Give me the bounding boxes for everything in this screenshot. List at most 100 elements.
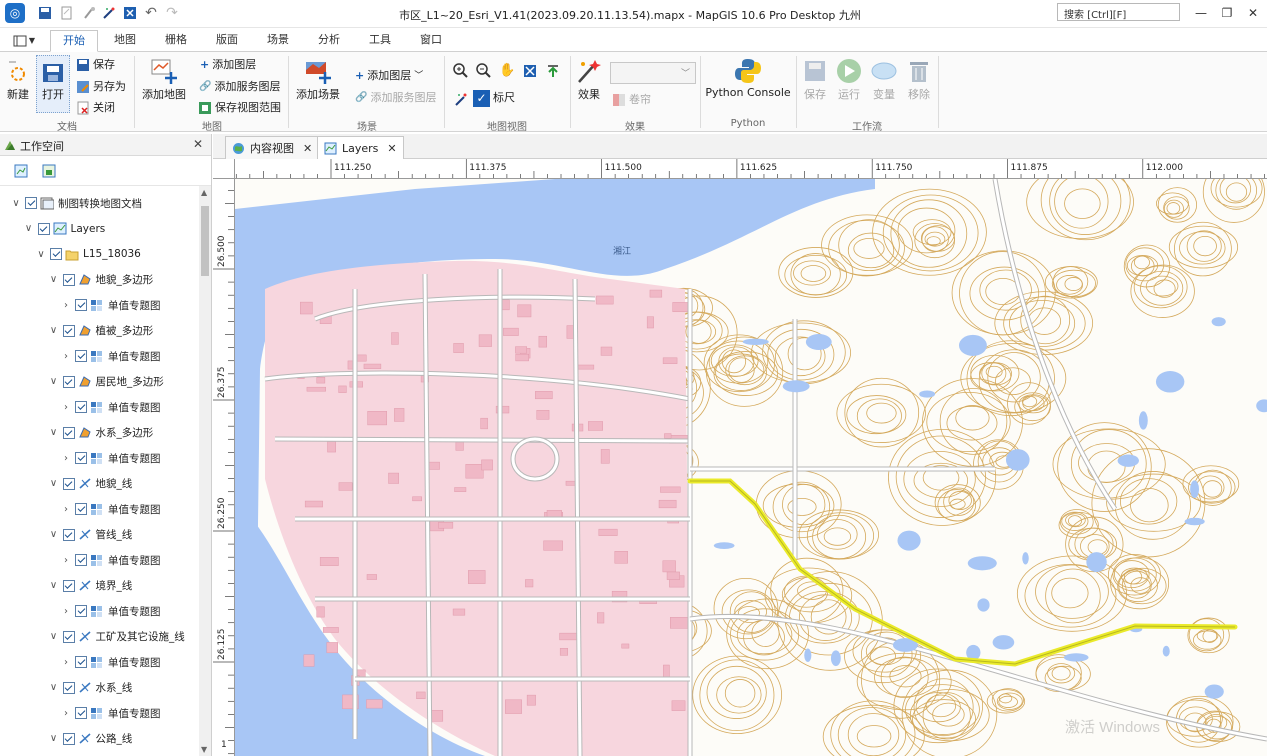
- chevron-right-icon[interactable]: ›: [60, 453, 72, 464]
- workflow-variable-button[interactable]: 变量: [869, 56, 899, 102]
- layer-checkbox[interactable]: [75, 656, 87, 668]
- save-button[interactable]: 保存: [76, 56, 115, 74]
- refresh-up-button[interactable]: [545, 62, 561, 80]
- layer-checkbox[interactable]: [75, 554, 87, 566]
- tree-scrollbar-thumb[interactable]: [201, 206, 209, 276]
- tab-map[interactable]: 地图: [104, 30, 146, 52]
- chevron-down-icon[interactable]: ∨: [10, 198, 22, 209]
- tree-item[interactable]: › 单值专题图: [0, 600, 198, 622]
- workflow-save-button[interactable]: 保存: [800, 56, 830, 102]
- layer-checkbox[interactable]: [75, 707, 87, 719]
- chevron-right-icon[interactable]: ›: [60, 555, 72, 566]
- python-console-button[interactable]: Python Console: [704, 56, 792, 99]
- add-map-button[interactable]: 添加地图: [138, 56, 190, 102]
- tab-content-view[interactable]: 内容视图 ✕: [225, 136, 320, 159]
- tab-tools[interactable]: 工具: [359, 30, 401, 52]
- tree-item[interactable]: › 单值专题图: [0, 447, 198, 469]
- new-doc-icon[interactable]: [58, 4, 76, 22]
- search-input[interactable]: 搜索 [Ctrl][F]: [1057, 3, 1180, 21]
- app-logo-icon[interactable]: ◎: [5, 3, 25, 23]
- tree-item[interactable]: ∨ 植被_多边形: [0, 320, 198, 342]
- tree-item[interactable]: ∨ 管线_线: [0, 524, 198, 546]
- layer-checkbox[interactable]: [62, 732, 75, 745]
- layer-checkbox[interactable]: [62, 477, 75, 490]
- chevron-right-icon[interactable]: ›: [60, 606, 72, 617]
- chevron-down-icon[interactable]: ∨: [48, 325, 60, 336]
- close-tab-icon[interactable]: ✕: [387, 142, 396, 155]
- layer-checkbox[interactable]: [62, 375, 75, 388]
- tree-item[interactable]: ∨ 制图转换地图文档: [0, 192, 198, 214]
- tree-item[interactable]: ∨ 公路_线: [0, 728, 198, 750]
- tab-raster[interactable]: 栅格: [155, 30, 197, 52]
- scene-add-service-layer-button[interactable]: 🔗 添加服务图层: [355, 89, 436, 107]
- layer-checkbox[interactable]: [75, 350, 87, 362]
- effect-button[interactable]: 效果: [574, 56, 604, 102]
- select-tool-button[interactable]: [453, 90, 469, 108]
- layer-checkbox[interactable]: [75, 605, 87, 617]
- tree-item[interactable]: ∨ 水系_多边形: [0, 422, 198, 444]
- roller-button[interactable]: 卷帘: [612, 91, 651, 109]
- layer-checkbox[interactable]: [75, 401, 87, 413]
- tree-item[interactable]: ∨ 境界_线: [0, 575, 198, 597]
- layer-checkbox[interactable]: [37, 222, 50, 235]
- tree-item[interactable]: ∨ L15_18036: [0, 243, 198, 265]
- scroll-down-icon[interactable]: ▼: [201, 745, 207, 754]
- scene-add-layer-button[interactable]: + 添加图层 ﹀: [355, 67, 423, 85]
- save-view-extent-button[interactable]: 保存视图范围: [198, 99, 281, 117]
- tree-item[interactable]: ∨ 居民地_多边形: [0, 371, 198, 393]
- map-canvas[interactable]: 湘江: [235, 179, 1267, 756]
- layer-checkbox[interactable]: [62, 426, 75, 439]
- pan-button[interactable]: ✋: [499, 62, 515, 80]
- tab-layers[interactable]: Layers ✕: [317, 136, 404, 159]
- save-icon[interactable]: [36, 4, 54, 22]
- tree-item[interactable]: ∨ 地貌_线: [0, 473, 198, 495]
- map-view-icon[interactable]: [14, 164, 28, 181]
- tree-item[interactable]: › 单值专题图: [0, 651, 198, 673]
- tree-scrollbar[interactable]: ▲ ▼: [199, 186, 211, 756]
- close-window-button[interactable]: ✕: [1242, 4, 1264, 22]
- tree-item[interactable]: ∨ Layers: [0, 218, 198, 240]
- layer-checkbox[interactable]: [62, 324, 75, 337]
- tab-window[interactable]: 窗口: [410, 30, 452, 52]
- close-doc-button[interactable]: 关闭: [76, 99, 115, 117]
- tab-scene[interactable]: 场景: [257, 30, 299, 52]
- chevron-right-icon[interactable]: ›: [60, 402, 72, 413]
- chevron-right-icon[interactable]: ›: [60, 300, 72, 311]
- layer-checkbox[interactable]: [62, 528, 75, 541]
- add-service-layer-button[interactable]: 🔗 添加服务图层: [199, 78, 280, 96]
- chevron-down-icon[interactable]: ∨: [48, 529, 60, 540]
- layer-checkbox[interactable]: [62, 579, 75, 592]
- tree-item[interactable]: ∨ 工矿及其它设施_线: [0, 626, 198, 648]
- layer-checkbox[interactable]: [75, 452, 87, 464]
- full-extent-button[interactable]: [522, 62, 538, 80]
- tree-item[interactable]: › 单值专题图: [0, 498, 198, 520]
- chevron-down-icon[interactable]: ∨: [48, 274, 60, 285]
- undo-icon[interactable]: ↶: [142, 4, 160, 22]
- save-as-button[interactable]: 另存为: [76, 78, 126, 96]
- chevron-down-icon[interactable]: ∨: [48, 631, 60, 642]
- chevron-down-icon[interactable]: ∨: [35, 249, 47, 260]
- layer-checkbox[interactable]: [50, 248, 62, 260]
- chevron-down-icon[interactable]: ∨: [48, 376, 60, 387]
- zoom-out-button[interactable]: [476, 62, 492, 80]
- effect-select[interactable]: ﹀: [610, 62, 696, 84]
- layer-checkbox[interactable]: [75, 299, 87, 311]
- full-extent-icon[interactable]: [121, 4, 139, 22]
- add-scene-button[interactable]: 添加场景: [292, 56, 344, 102]
- chevron-right-icon[interactable]: ›: [60, 504, 72, 515]
- layer-checkbox[interactable]: [25, 197, 37, 209]
- layer-checkbox[interactable]: [62, 681, 75, 694]
- layer-checkbox[interactable]: [62, 630, 75, 643]
- ruler-checkbox[interactable]: ✓ 标尺: [473, 89, 515, 107]
- workflow-run-button[interactable]: 运行: [834, 56, 864, 102]
- panel-close-button[interactable]: ✕: [193, 137, 203, 151]
- brush-icon[interactable]: [80, 4, 98, 22]
- chevron-down-icon[interactable]: ∨: [48, 682, 60, 693]
- new-button[interactable]: 新建: [4, 56, 32, 102]
- zoom-in-button[interactable]: [453, 62, 469, 80]
- maximize-button[interactable]: ❐: [1216, 4, 1238, 22]
- add-layer-button[interactable]: + 添加图层: [200, 56, 256, 74]
- chevron-down-icon[interactable]: ∨: [48, 733, 60, 744]
- chevron-down-icon[interactable]: ∨: [48, 478, 60, 489]
- layer-checkbox[interactable]: [75, 503, 87, 515]
